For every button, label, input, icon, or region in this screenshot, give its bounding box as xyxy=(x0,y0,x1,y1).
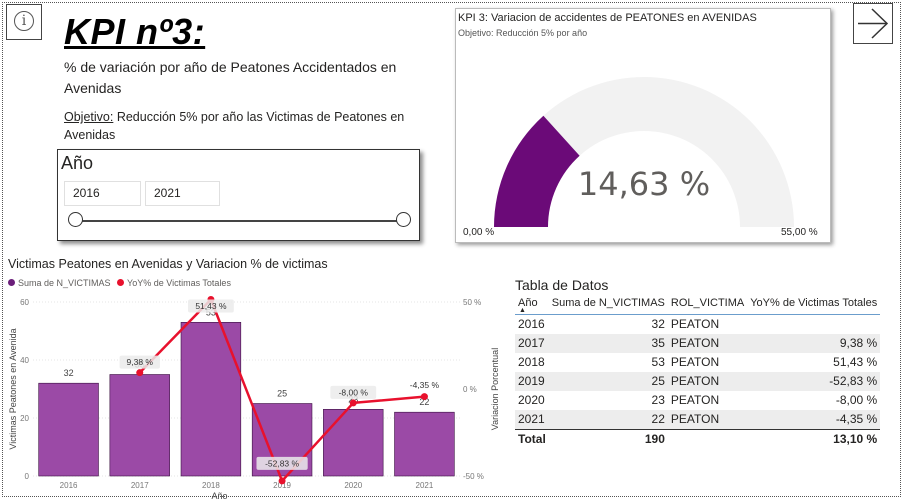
x-tick-label: 2016 xyxy=(60,481,78,490)
table-total-row: Total 190 13,10 % xyxy=(515,429,881,449)
y-tick-label: 40 xyxy=(20,356,29,365)
chart-title: Victimas Peatones en Avenidas y Variacio… xyxy=(8,257,328,271)
legend-dot-icon xyxy=(117,279,125,286)
y-tick-label: 0 xyxy=(25,472,30,481)
bar-2021 xyxy=(394,411,455,477)
data-table: Año ▲ Suma de N_VICTIMAS ROL_VICTIMA YoY%… xyxy=(515,292,881,449)
year-range-start-handle[interactable] xyxy=(68,212,83,227)
yoy-point-2021 xyxy=(420,393,428,401)
gauge-visual xyxy=(494,77,794,227)
year-range-end-handle[interactable] xyxy=(396,212,411,227)
yoy-point-2017 xyxy=(136,369,144,377)
yoy-value-label: -52,83 % xyxy=(265,458,299,468)
info-button[interactable]: i xyxy=(6,4,42,40)
kpi-objective: Objetivo: Reducción 5% por año las Victi… xyxy=(64,108,434,144)
gauge-value: 14,63 % xyxy=(577,165,711,203)
combo-chart: 0204060-50 %0 %50 %323553252322201620172… xyxy=(8,296,500,501)
y-axis-title: Victimas Peatones en Avenida xyxy=(8,328,18,449)
y2-axis-title: Variacion Porcentual xyxy=(490,348,500,430)
legend-dot-icon xyxy=(8,279,15,286)
next-page-button[interactable] xyxy=(853,3,893,44)
chart-legend: Suma de N_VICTIMAS YoY% de Victimas Tota… xyxy=(8,277,231,289)
col-header-rol[interactable]: ROL_VICTIMA xyxy=(667,292,748,315)
col-header-year[interactable]: Año ▲ xyxy=(515,292,549,315)
y2-tick-label: 50 % xyxy=(463,298,481,307)
bar-value-label: 32 xyxy=(64,368,74,378)
table-row: 2018 53 PEATON 51,43 % xyxy=(518,355,878,369)
objective-label: Objetivo: xyxy=(64,110,114,124)
col-header-victimas[interactable]: Suma de N_VICTIMAS xyxy=(548,292,668,315)
table-row: 2021 22 PEATON -4,35 % xyxy=(515,410,881,430)
y2-tick-label: -50 % xyxy=(463,472,484,481)
table-row: 2016 32 PEATON xyxy=(518,317,720,331)
year-slicer: Año 2016 2021 xyxy=(57,149,420,241)
sort-asc-icon: ▲ xyxy=(519,307,526,314)
slicer-title: Año xyxy=(61,153,94,173)
year-to-input[interactable]: 2021 xyxy=(145,181,220,206)
page-title: KPI nº3: xyxy=(64,11,206,52)
bar-2020 xyxy=(323,409,384,477)
arrow-right-icon xyxy=(858,8,889,39)
table-header-row: Año ▲ Suma de N_VICTIMAS ROL_VICTIMA YoY%… xyxy=(515,292,881,315)
y-tick-label: 60 xyxy=(20,298,29,307)
table-row: 2020 23 PEATON -8,00 % xyxy=(518,393,878,407)
kpi-gauge-card: KPI 3: Variacion de accidentes de PEATON… xyxy=(455,8,831,243)
yoy-value-label: -8,00 % xyxy=(339,387,369,397)
legend-item-victimas[interactable]: Suma de N_VICTIMAS xyxy=(8,278,111,288)
x-tick-label: 2017 xyxy=(131,481,149,490)
x-tick-label: 2020 xyxy=(344,481,362,490)
legend-item-yoy[interactable]: YoY% de Victimas Totales xyxy=(117,278,231,288)
x-tick-label: 2021 xyxy=(416,481,434,490)
x-tick-label: 2018 xyxy=(202,481,220,490)
yoy-value-label: -4,35 % xyxy=(410,380,440,390)
year-range-track[interactable] xyxy=(74,220,404,222)
yoy-point-2019 xyxy=(278,477,286,485)
gauge-min-label: 0,00 % xyxy=(463,227,495,238)
table-row: 2019 25 PEATON -52,83 % xyxy=(515,372,881,391)
y2-tick-label: 0 % xyxy=(463,385,477,394)
objective-text: Reducción 5% por año las Victimas de Pea… xyxy=(64,110,405,142)
bar-2018 xyxy=(180,321,242,477)
gauge-max-label: 55,00 % xyxy=(781,227,818,238)
x-axis-title: Año xyxy=(211,491,227,501)
kpi-description: % de variación por año de Peatones Accid… xyxy=(64,59,397,96)
yoy-value-label: 9,38 % xyxy=(127,357,154,367)
y-tick-label: 20 xyxy=(20,414,29,423)
info-icon: i xyxy=(14,11,34,31)
table-row: 2017 35 PEATON 9,38 % xyxy=(515,334,881,353)
bar-value-label: 25 xyxy=(277,389,287,399)
col-header-yoy[interactable]: YoY% de Victimas Totales xyxy=(747,292,881,315)
bar-2016 xyxy=(38,382,99,477)
yoy-value-label: 51,43 % xyxy=(195,301,227,311)
yoy-point-2020 xyxy=(349,399,357,407)
year-from-input[interactable]: 2016 xyxy=(64,181,141,206)
bar-2017 xyxy=(109,374,170,477)
